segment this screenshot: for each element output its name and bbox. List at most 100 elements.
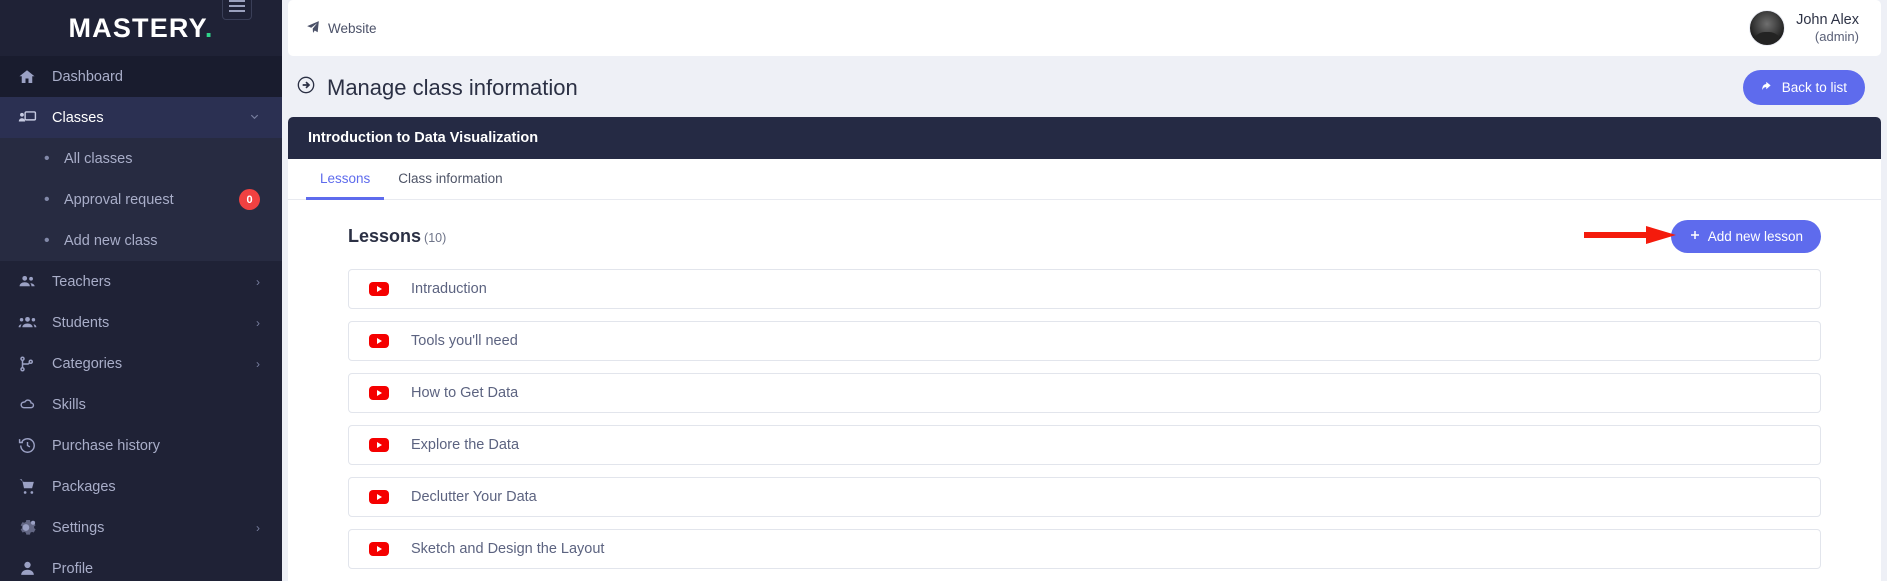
bullet-icon: •: [44, 149, 50, 167]
sidebar-item-label: Skills: [52, 396, 86, 413]
sidebar-nav: Dashboard Classes • All classes • Approv…: [0, 56, 282, 581]
gear-icon: [18, 518, 52, 537]
teachers-icon: [18, 272, 52, 291]
sidebar-item-label: Students: [52, 314, 110, 331]
skills-icon: [18, 395, 52, 414]
sidebar-item-label: Purchase history: [52, 437, 160, 454]
lessons-list: Intraduction Tools you'll need How to Ge…: [348, 269, 1821, 569]
lesson-row[interactable]: Explore the Data: [348, 425, 1821, 465]
sidebar: MASTERY. Dashboard Classes • All classes…: [0, 0, 282, 581]
user-role: (admin): [1814, 28, 1859, 44]
circle-arrow-right-icon: [296, 75, 316, 101]
hamburger-icon[interactable]: [222, 0, 252, 20]
class-tabs: Lessons Class information: [288, 159, 1881, 200]
lesson-row[interactable]: Tools you'll need: [348, 321, 1821, 361]
user-meta: John Alex (admin): [1796, 11, 1859, 45]
brand-dot: .: [204, 12, 214, 43]
lesson-row[interactable]: Sketch and Design the Layout: [348, 529, 1821, 569]
classes-icon: [18, 108, 52, 127]
sidebar-subitem-label: Add new class: [64, 232, 158, 249]
page-title: Manage class information: [296, 75, 578, 101]
lessons-count: (10): [424, 231, 447, 245]
sidebar-item-classes[interactable]: Classes: [0, 97, 282, 138]
user-name: John Alex: [1796, 11, 1859, 28]
sidebar-item-dashboard[interactable]: Dashboard: [0, 56, 282, 97]
lesson-title: Sketch and Design the Layout: [411, 541, 605, 557]
page-title-text: Manage class information: [327, 74, 578, 100]
lesson-row[interactable]: Declutter Your Data: [348, 477, 1821, 517]
youtube-icon: [369, 490, 389, 504]
sidebar-subitem-label: Approval request: [64, 191, 174, 208]
youtube-icon: [369, 542, 389, 556]
back-to-list-button[interactable]: Back to list: [1742, 70, 1865, 105]
sidebar-item-settings[interactable]: Settings ›: [0, 507, 282, 548]
sidebar-item-packages[interactable]: Packages: [0, 466, 282, 507]
sidebar-item-label: Settings: [52, 519, 105, 536]
lesson-title: Intraduction: [411, 281, 487, 297]
bullet-icon: •: [44, 190, 50, 208]
youtube-icon: [369, 282, 389, 296]
sidebar-item-add-new-class[interactable]: • Add new class: [0, 220, 282, 261]
sidebar-item-students[interactable]: Students ›: [0, 302, 282, 343]
chevron-right-icon: ›: [256, 274, 260, 289]
avatar: [1749, 10, 1786, 46]
chevron-right-icon: ›: [256, 356, 260, 371]
chevron-right-icon: ›: [256, 315, 260, 330]
lesson-title: How to Get Data: [411, 385, 519, 401]
class-card-title: Introduction to Data Visualization: [288, 117, 1881, 159]
add-new-lesson-button[interactable]: Add new lesson: [1670, 220, 1821, 253]
sidebar-item-label: Profile: [52, 560, 94, 577]
sidebar-item-skills[interactable]: Skills: [0, 384, 282, 425]
red-arrow-annotation: [1584, 226, 1676, 244]
sidebar-item-categories[interactable]: Categories ›: [0, 343, 282, 384]
sidebar-item-label: Dashboard: [52, 68, 123, 85]
sidebar-item-profile[interactable]: Profile: [0, 548, 282, 581]
categories-icon: [18, 355, 52, 373]
add-new-lesson-label: Add new lesson: [1707, 229, 1803, 244]
lesson-row[interactable]: Intraduction: [348, 269, 1821, 309]
sidebar-item-approval-request[interactable]: • Approval request 0: [0, 179, 282, 220]
user-menu[interactable]: John Alex (admin): [1749, 10, 1859, 46]
tab-lessons[interactable]: Lessons: [306, 159, 385, 200]
page-header: Manage class information Back to list: [282, 56, 1887, 117]
status-badge: 0: [239, 189, 260, 210]
chevron-right-icon: ›: [256, 520, 260, 535]
lessons-heading: Lessons (10): [348, 226, 446, 247]
brand-logo: MASTERY.: [68, 13, 213, 44]
sidebar-item-label: Classes: [52, 109, 104, 126]
sidebar-item-all-classes[interactable]: • All classes: [0, 138, 282, 179]
sidebar-item-label: Packages: [52, 478, 116, 495]
person-icon: [18, 559, 52, 578]
lessons-heading-text: Lessons: [348, 226, 422, 246]
lesson-title: Declutter Your Data: [411, 489, 537, 505]
topbar: Website John Alex (admin): [288, 0, 1881, 56]
youtube-icon: [369, 438, 389, 452]
students-icon: [18, 313, 52, 332]
class-card: Introduction to Data Visualization Lesso…: [288, 117, 1881, 581]
cart-icon: [18, 477, 52, 496]
lesson-row[interactable]: How to Get Data: [348, 373, 1821, 413]
paper-plane-icon: [306, 20, 320, 37]
bullet-icon: •: [44, 231, 50, 249]
lessons-header: Lessons (10) Add new lesson: [348, 214, 1821, 269]
lesson-title: Explore the Data: [411, 437, 520, 453]
website-link[interactable]: Website: [306, 20, 377, 37]
sidebar-item-label: Teachers: [52, 273, 111, 290]
home-icon: [18, 68, 52, 86]
youtube-icon: [369, 334, 389, 348]
lessons-panel: Lessons (10) Add new lesson Intraduction…: [288, 200, 1881, 569]
reply-arrow-icon: [1761, 79, 1775, 96]
main-content: Website John Alex (admin) Manage class i…: [282, 0, 1887, 581]
sidebar-item-teachers[interactable]: Teachers ›: [0, 261, 282, 302]
brand-text: MASTERY: [68, 12, 205, 43]
sidebar-item-label: Categories: [52, 355, 123, 372]
website-link-label: Website: [328, 20, 377, 36]
history-icon: [18, 436, 52, 455]
youtube-icon: [369, 386, 389, 400]
tab-class-information[interactable]: Class information: [384, 159, 516, 200]
back-to-list-label: Back to list: [1781, 80, 1847, 95]
sidebar-submenu-classes: • All classes • Approval request 0 • Add…: [0, 138, 282, 261]
sidebar-subitem-label: All classes: [64, 150, 133, 167]
sidebar-item-purchase-history[interactable]: Purchase history: [0, 425, 282, 466]
plus-icon: [1689, 229, 1701, 244]
